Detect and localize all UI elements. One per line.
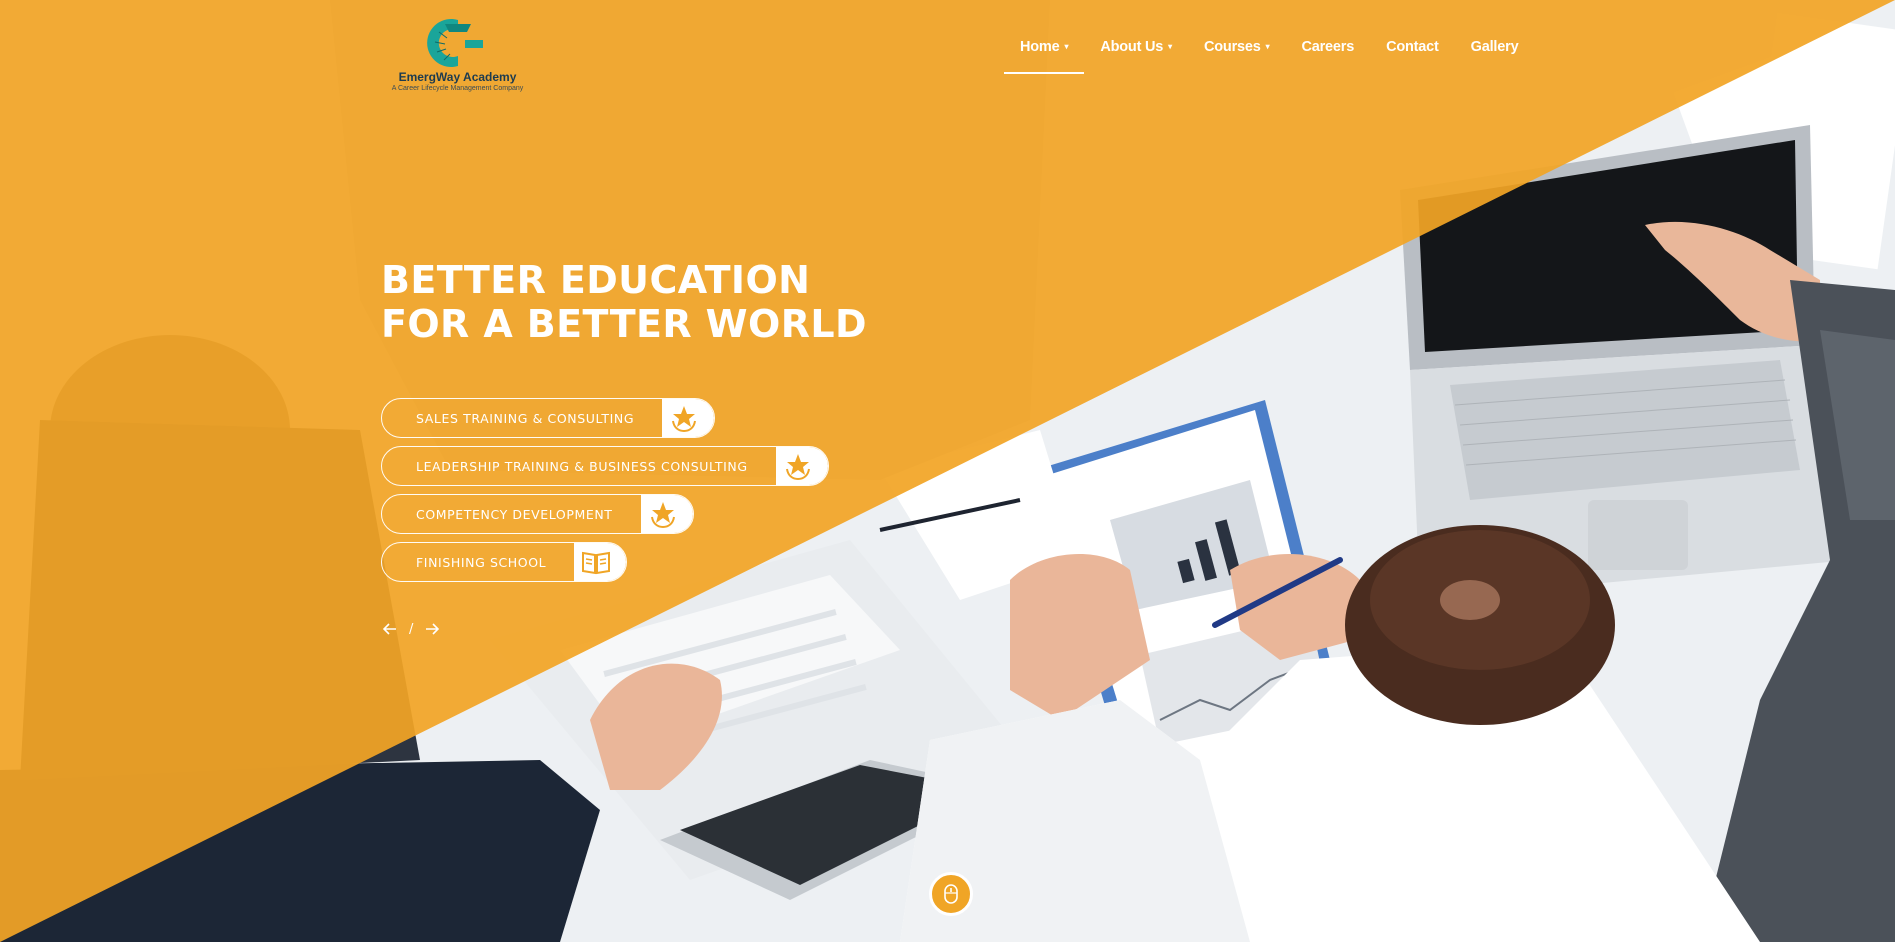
nav-item-label: Gallery <box>1470 39 1519 55</box>
nav-item-label: Careers <box>1301 39 1355 55</box>
nav-item-careers[interactable]: Careers <box>1285 0 1370 74</box>
nav-item-courses[interactable]: Courses ▾ <box>1188 0 1285 74</box>
scroll-down-button[interactable] <box>929 872 973 916</box>
hero-headline: BETTER EDUCATION FOR A BETTER WORLD <box>381 258 981 346</box>
star-hands-icon <box>662 399 715 437</box>
nav-item-contact[interactable]: Contact <box>1370 0 1455 74</box>
star-hands-icon <box>640 495 693 533</box>
course-pill-competency-development[interactable]: COMPETENCY DEVELOPMENT <box>381 494 694 534</box>
emergway-logo-icon <box>426 18 483 67</box>
hero-background-photo <box>0 0 1895 942</box>
nav-item-home[interactable]: Home ▾ <box>1004 0 1085 74</box>
nav-item-about-us[interactable]: About Us ▾ <box>1084 0 1188 74</box>
nav-item-label: Contact <box>1386 39 1439 55</box>
brand-name: EmergWay Academy <box>398 70 517 84</box>
course-pill-label: SALES TRAINING & CONSULTING <box>416 410 635 426</box>
open-book-icon <box>574 543 627 581</box>
chevron-down-icon: ▾ <box>1064 42 1069 51</box>
arrow-left-icon[interactable] <box>381 620 399 638</box>
brand-logo[interactable]: EmergWay Academy A Career Lifecycle Mana… <box>385 18 530 98</box>
course-pill-label: LEADERSHIP TRAINING & BUSINESS CONSULTIN… <box>416 458 748 474</box>
hero-headline-line-2: FOR A BETTER WORLD <box>381 302 867 346</box>
chevron-down-icon: ▾ <box>1168 42 1172 51</box>
course-pill-sales-training[interactable]: SALES TRAINING & CONSULTING <box>381 398 716 438</box>
mouse-icon <box>944 884 958 904</box>
course-pill-label: COMPETENCY DEVELOPMENT <box>416 506 613 522</box>
slider-separator: / <box>409 621 414 637</box>
course-pill-label: FINISHING SCHOOL <box>416 554 547 570</box>
nav-item-label: Courses <box>1204 39 1261 55</box>
hero-section: EmergWay Academy A Career Lifecycle Mana… <box>0 0 1895 942</box>
main-nav: Home ▾ About Us ▾ Courses ▾ Careers Contact… <box>1004 0 1534 74</box>
arrow-right-icon[interactable] <box>423 620 441 638</box>
brand-tagline: A Career Lifecycle Management Company <box>391 85 524 92</box>
course-pill-leadership-training[interactable]: LEADERSHIP TRAINING & BUSINESS CONSULTIN… <box>381 446 829 486</box>
chevron-down-icon: ▾ <box>1265 42 1270 51</box>
nav-item-gallery[interactable]: Gallery <box>1455 0 1535 74</box>
course-list: SALES TRAINING & CONSULTING LEADERSHIP T… <box>381 398 829 590</box>
nav-item-label: Home <box>1020 39 1060 55</box>
course-pill-finishing-school[interactable]: FINISHING SCHOOL <box>381 542 628 582</box>
nav-item-label: About Us <box>1100 39 1164 55</box>
slider-controls: / <box>381 620 441 638</box>
hero-headline-line-1: BETTER EDUCATION <box>381 258 811 302</box>
star-hands-icon <box>775 447 828 485</box>
